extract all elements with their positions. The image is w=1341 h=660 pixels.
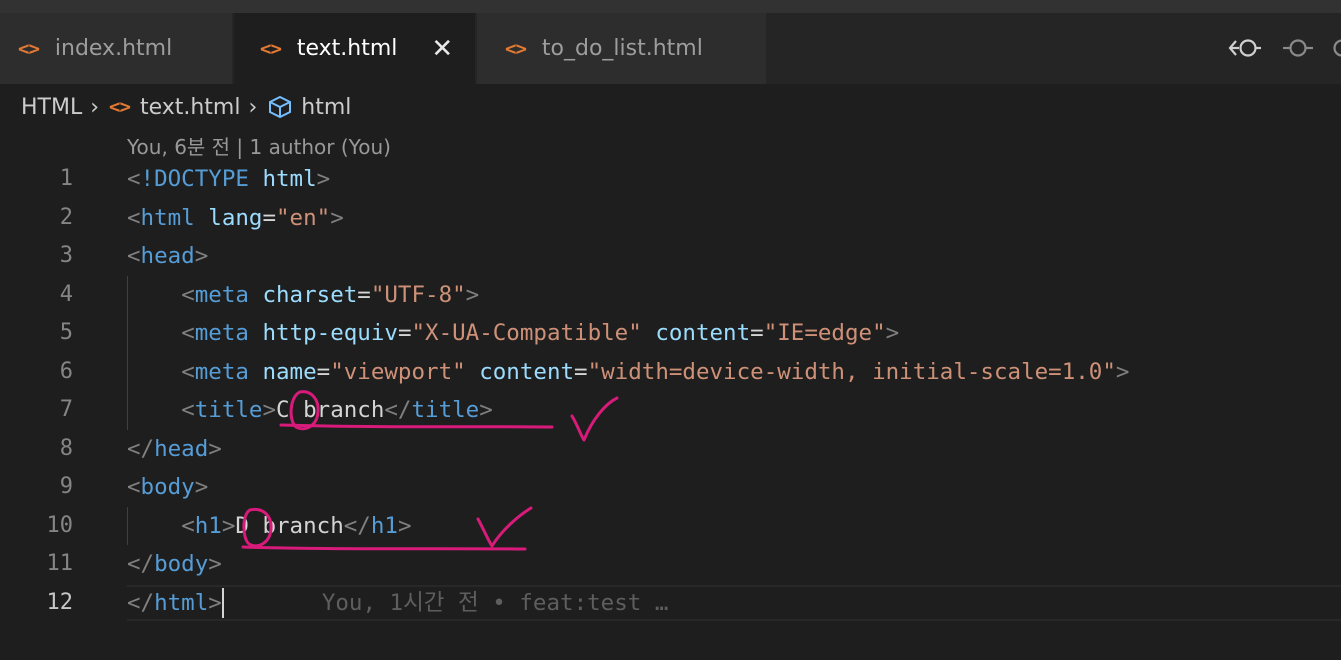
code-line[interactable]: 4 <meta charset="UTF-8">	[0, 276, 1341, 315]
tab-label: to_do_list.html	[541, 36, 703, 61]
line-content[interactable]: <meta charset="UTF-8">	[127, 276, 479, 315]
cube-symbol-icon	[267, 95, 293, 119]
line-number: 12	[46, 589, 74, 615]
line-content[interactable]: <meta http-equiv="X-UA-Compatible" conte…	[127, 314, 899, 353]
line-content[interactable]: <head>	[127, 237, 208, 276]
breadcrumb-symbol[interactable]: html	[301, 95, 351, 120]
line-number: 4	[59, 281, 73, 307]
line-number: 1	[59, 166, 73, 191]
code-line[interactable]: 2 <html lang="en">	[0, 199, 1341, 238]
editor-actions	[1227, 33, 1341, 63]
line-content[interactable]: <title>C branch</title>	[127, 391, 493, 430]
code-line[interactable]: 5 <meta http-equiv="X-UA-Compatible" con…	[0, 314, 1341, 353]
html-file-icon: <>	[260, 37, 282, 60]
breadcrumb-language[interactable]: HTML	[21, 95, 82, 120]
title-bar-strip	[0, 0, 1341, 13]
line-content[interactable]: </head>	[127, 430, 222, 469]
more-actions-icon[interactable]	[1333, 33, 1341, 63]
line-number: 7	[59, 397, 73, 422]
line-number: 3	[59, 243, 73, 268]
open-changes-icon[interactable]	[1227, 33, 1263, 63]
editor-tab-bar: <> index.html <> text.html ✕ <> to_do_li…	[0, 13, 1341, 84]
git-commit-icon[interactable]	[1281, 33, 1315, 63]
line-content[interactable]: </body>	[127, 545, 222, 584]
tab-label: index.html	[54, 36, 173, 61]
tab-label: text.html	[296, 36, 398, 61]
line-number: 5	[59, 320, 73, 345]
line-content[interactable]: <h1>D branch</h1>	[127, 507, 411, 546]
line-content[interactable]: </html> You, 1시간 전 • feat:test …	[127, 584, 668, 623]
code-line[interactable]: 10 <h1>D branch</h1>	[0, 507, 1341, 546]
html-file-icon: <>	[18, 37, 40, 60]
code-line[interactable]: 7 <title>C branch</title>	[0, 391, 1341, 430]
inline-git-blame: You, 1시간 전 • feat:test …	[321, 589, 669, 616]
breadcrumb: HTML › <> text.html › html	[21, 90, 351, 124]
code-line-current[interactable]: 12 </html> You, 1시간 전 • feat:test …	[0, 584, 1341, 623]
tab-text-html[interactable]: <> text.html ✕	[234, 13, 475, 84]
text-cursor	[221, 588, 224, 618]
code-line[interactable]: 9 <body>	[0, 468, 1341, 507]
tab-to-do-list-html[interactable]: <> to_do_list.html	[477, 13, 766, 84]
line-number: 6	[59, 358, 73, 384]
code-line[interactable]: 11 </body>	[0, 545, 1341, 584]
html-file-icon: <>	[505, 37, 527, 60]
chevron-right-icon: ›	[90, 94, 100, 120]
code-line[interactable]: 1 <!DOCTYPE html>	[0, 160, 1341, 199]
line-number: 2	[59, 204, 73, 230]
git-blame-codelens[interactable]: You, 6분 전 | 1 author (You)	[127, 131, 391, 160]
line-content[interactable]: <!DOCTYPE html>	[127, 160, 330, 199]
line-number: 9	[59, 474, 73, 499]
line-content[interactable]: <body>	[127, 468, 208, 507]
close-icon[interactable]: ✕	[431, 34, 453, 64]
line-number: 11	[46, 551, 74, 576]
line-content[interactable]: <html lang="en">	[127, 199, 344, 238]
line-content[interactable]: <meta name="viewport" content="width=dev…	[127, 353, 1129, 392]
line-number: 10	[46, 512, 74, 538]
html-file-icon: <>	[109, 96, 131, 118]
line-number: 8	[59, 435, 73, 461]
code-line[interactable]: 3 <head>	[0, 237, 1341, 276]
code-line[interactable]: 8 </head>	[0, 430, 1341, 469]
chevron-right-icon: ›	[248, 94, 258, 120]
code-line[interactable]: 6 <meta name="viewport" content="width=d…	[0, 353, 1341, 392]
tab-index-html[interactable]: <> index.html	[0, 13, 232, 84]
breadcrumb-file[interactable]: text.html	[140, 95, 241, 120]
